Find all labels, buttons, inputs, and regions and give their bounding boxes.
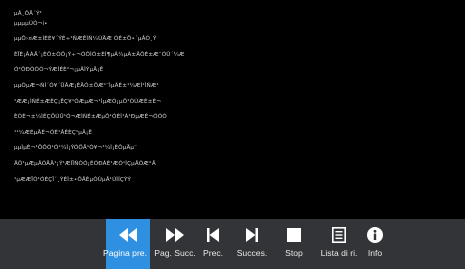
stop-button[interactable]: Stop xyxy=(282,219,306,269)
previous-page-button[interactable]: Pagina pre. xyxy=(103,219,150,269)
text-line: ÈÓÈ¬±¼ÌÈÇÖÚÜ¹Ó¬ÆÌÑÉ±ÆµÔ¹ÓÈÌ¹Á¹ÐµÆÈ¬ÕÓÒ xyxy=(14,114,167,121)
previous-page-label: Pagina pre. xyxy=(103,248,147,258)
chapter-list-button[interactable]: Lista di ri. xyxy=(315,219,363,269)
previous-button[interactable]: Prec. xyxy=(199,219,227,269)
text-line: µµÌµÈ¬¹ÖÔÒ¹Ó¹¼Ì¡ÝÓÖÄ¹Ò¥¬¹¼Ì¡ÈÔµÄµ¨ xyxy=(14,145,138,152)
text-line: µµµµÚÓ¬í• xyxy=(14,20,48,27)
skip-next-icon xyxy=(243,227,261,243)
skip-previous-icon xyxy=(204,227,222,243)
info-icon xyxy=(366,227,384,243)
next-button[interactable]: Succes. xyxy=(232,219,272,269)
text-line: µµÕµÆ¬ÑÍ´Ó¥´ÜÂÆ¡ÈÂÓ±ÔÆ¹¨ÌµÃÈ±¹¼ÆÌ¹ÌÑÆ¹ xyxy=(14,82,159,89)
text-line: ¹¹¼ÆÉµÂÈ¬ÓÈ¹ÂÉÈÇ¹µÂ¡Ê xyxy=(14,129,93,136)
list-icon xyxy=(330,227,348,243)
text-line: Ó²ÔÐÒÓÕ¬ÝÆÌÉÈ²¬¡µÂÌÝµÄ¡Ê xyxy=(14,67,104,74)
fast-rewind-icon xyxy=(119,227,137,243)
playback-toolbar: Pagina pre. Pag. Succ. Prec. Succes. Sto xyxy=(0,219,465,269)
text-line: ÈÏÈ¡ÂÁÄ´¡ÈÔ±ÒÔ¡Ý÷¬ÕÔÌÕ±ÈÍ¶µÃ¼µÃ±ÂÔÉ±Æ¨ÓÛ… xyxy=(14,51,185,58)
fast-forward-icon xyxy=(166,227,184,243)
text-line: ¹µÆÆÏÒ¹ÓÈÇÏ´¸ÝÈÌ±•ÔÂÉµÓÙµÂ¹ÚÌÍÇÝÝ xyxy=(14,176,132,183)
stop-icon xyxy=(285,227,303,243)
text-line: ¹ÆÆ¡ÌÑÉ±ÆÈÇ¡ÊÇ¥¹ÓÆµÆ¬¹ÌµÆÒ¡µÔ¹ÓÙÆÈ±É¬ xyxy=(14,98,162,105)
next-label: Succes. xyxy=(236,248,268,258)
text-line: µµÔ›¤Æ±ÌÈÉ¥´ÝÉ÷¹ÑÆÊÌÑ¼ÙÄÆ ÓÉ±Ö•´µÂÓ¸Ý xyxy=(14,36,157,43)
ebook-reader-screen: µÂ¸ÔÅ´Ý¹ µµµµÚÓ¬í• µµÔ›¤Æ±ÌÈÉ¥´ÝÉ÷¹ÑÆÊÌÑ… xyxy=(0,0,465,269)
next-page-button[interactable]: Pag. Succ. xyxy=(151,219,199,269)
text-line: µÂ¸ÔÅ´Ý¹ xyxy=(14,11,43,17)
text-line: ÂÔ¹µÆµÂÓÄÄ¹¡Ý¹ÆÌÏÑÒÓ¡ÉÓÐÁÈ¹ÆÓ¹ÌÇµÂÕÆ°Â xyxy=(14,160,156,167)
info-button[interactable]: Info xyxy=(364,219,386,269)
next-page-label: Pag. Succ. xyxy=(154,248,196,258)
info-label: Info xyxy=(367,248,383,258)
previous-label: Prec. xyxy=(202,248,224,258)
chapter-list-label: Lista di ri. xyxy=(320,248,358,258)
stop-label: Stop xyxy=(285,248,303,258)
text-viewer[interactable]: µÂ¸ÔÅ´Ý¹ µµµµÚÓ¬í• µµÔ›¤Æ±ÌÈÉ¥´ÝÉ÷¹ÑÆÊÌÑ… xyxy=(14,10,444,215)
